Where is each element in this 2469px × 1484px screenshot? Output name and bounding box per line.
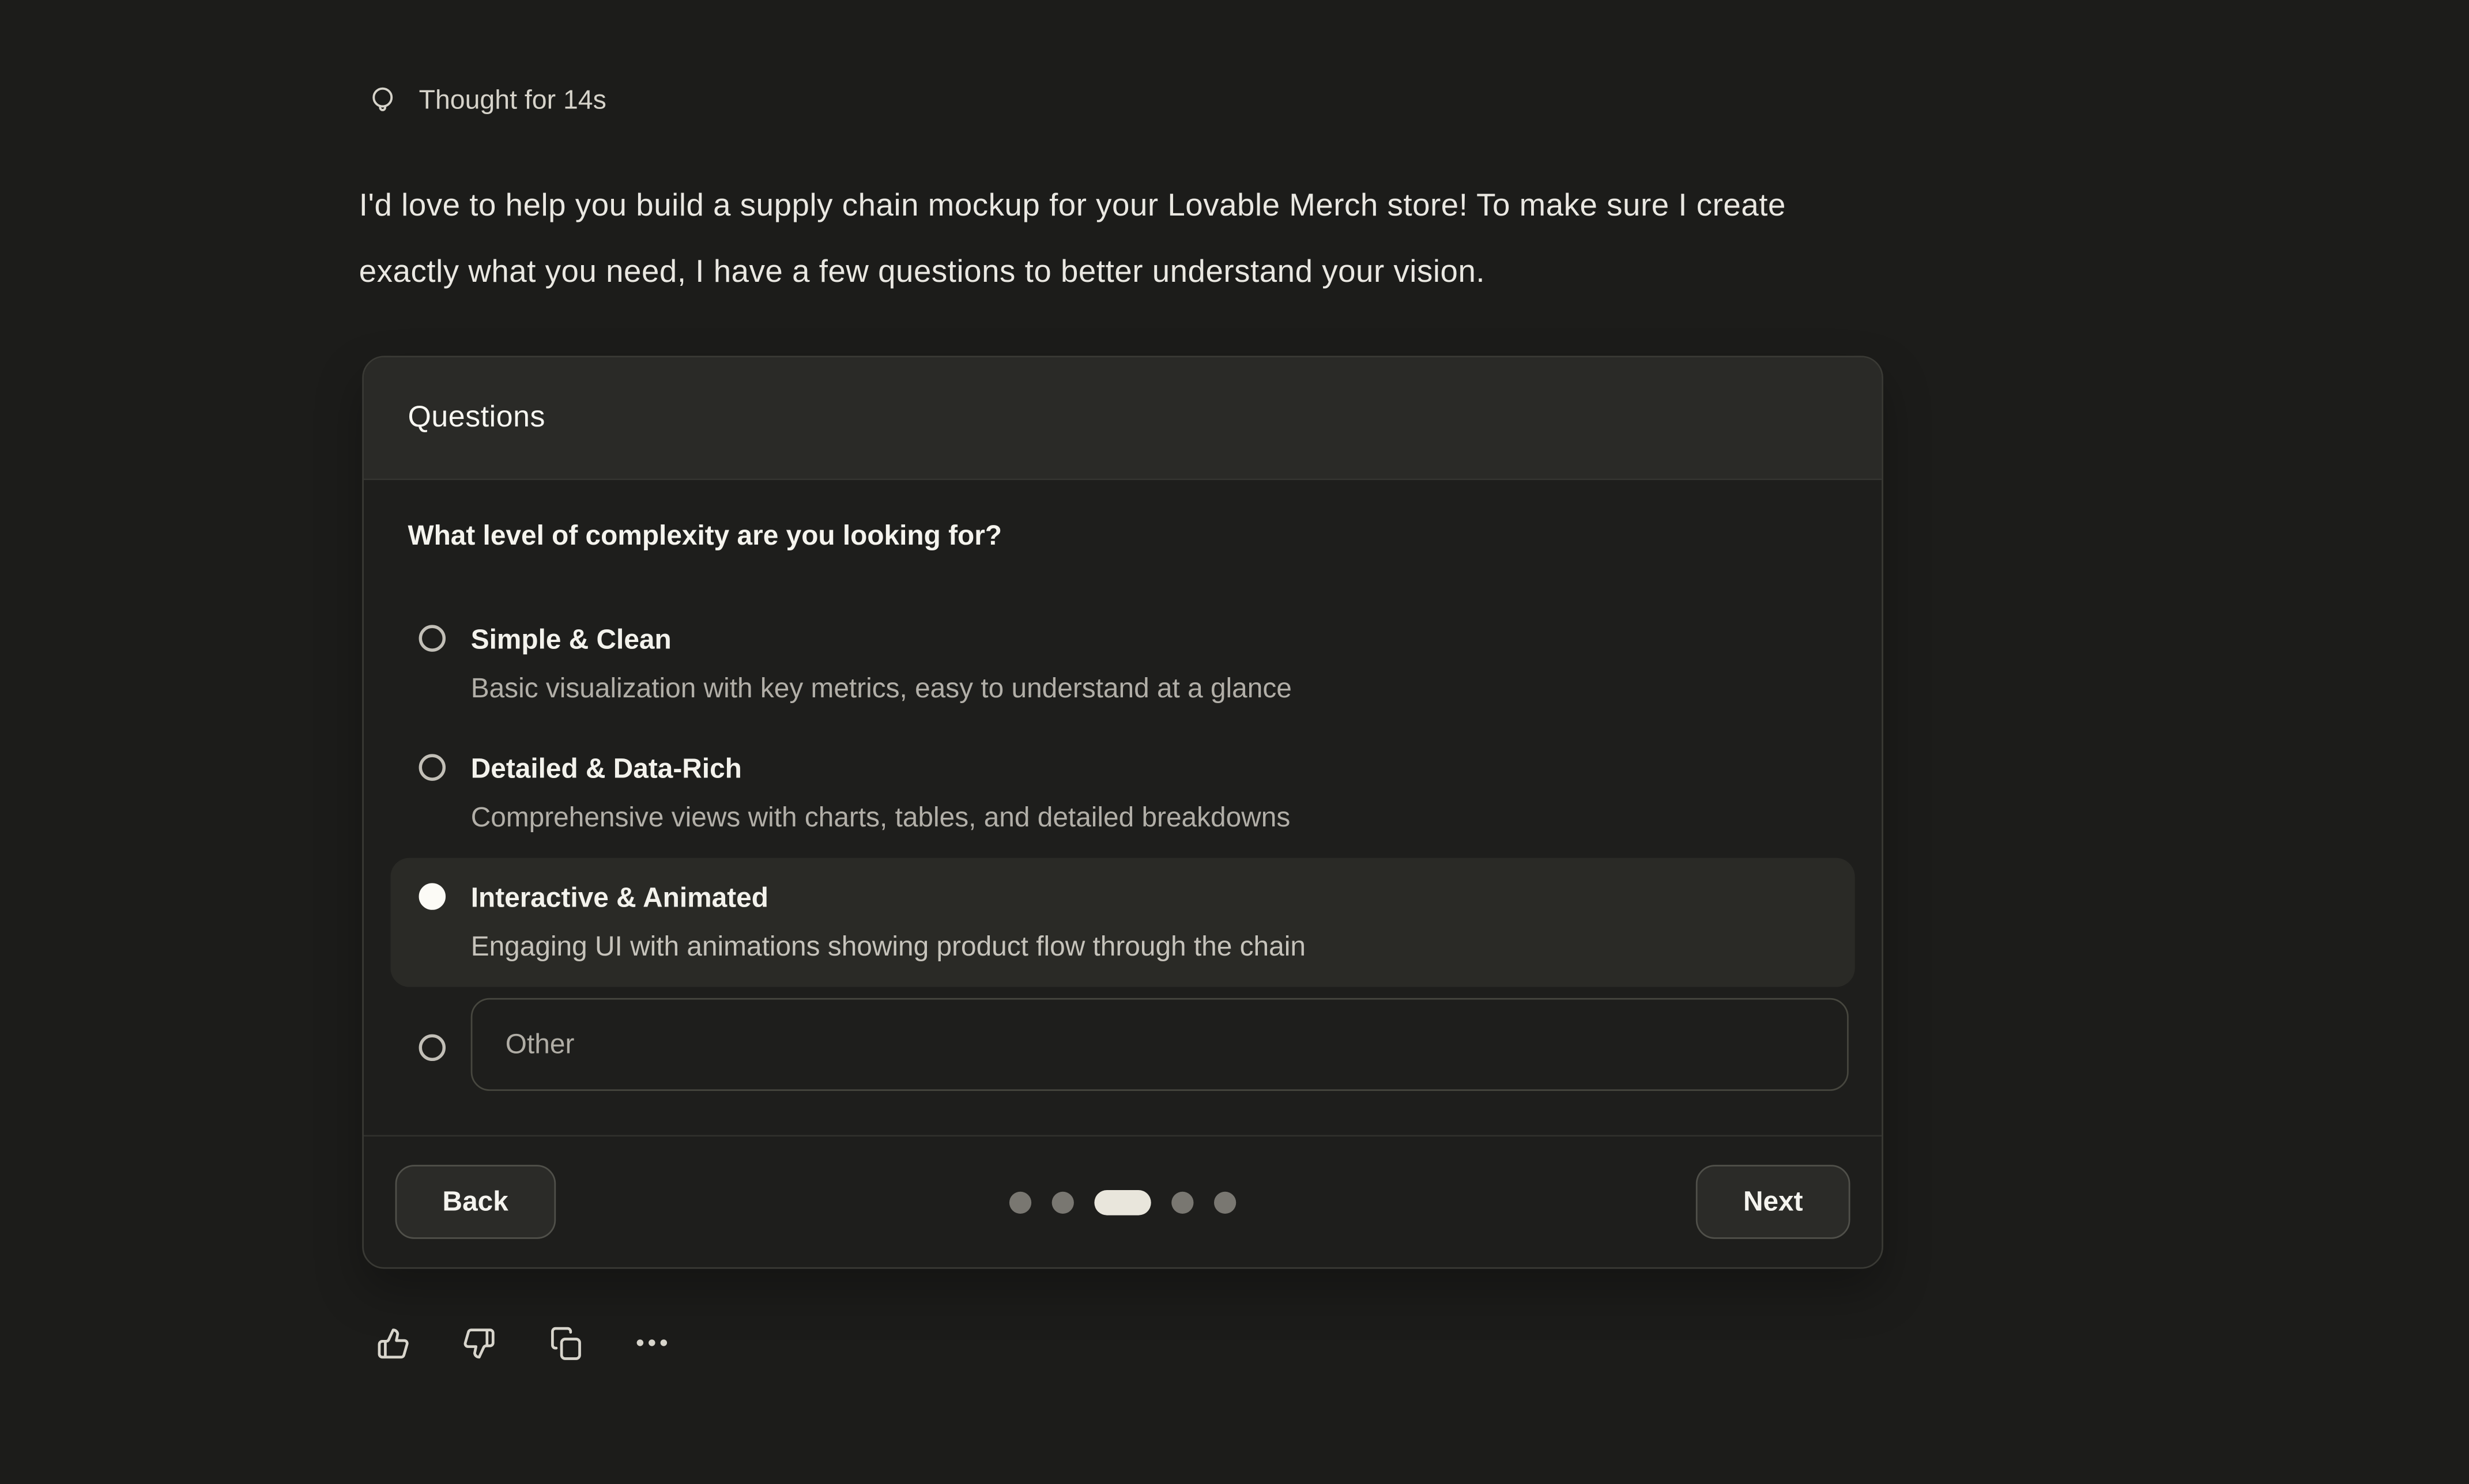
assistant-message-text: I'd love to help you build a supply chai… (359, 173, 2217, 305)
pagination-dot (1214, 1191, 1236, 1213)
option-interactive-animated[interactable]: Interactive & Animated Engaging UI with … (390, 858, 1854, 987)
other-text-input[interactable] (471, 998, 1849, 1091)
more-options-icon[interactable] (633, 1322, 671, 1363)
pagination-dot-active (1094, 1190, 1151, 1215)
pagination-dot (1171, 1191, 1193, 1213)
question-text: What level of complexity are you looking… (408, 515, 1837, 556)
thumbs-up-icon[interactable] (373, 1322, 411, 1363)
back-button[interactable]: Back (395, 1165, 556, 1238)
message-actions (373, 1322, 670, 1363)
thought-label: Thought for 14s (419, 85, 606, 117)
option-simple-clean[interactable]: Simple & Clean Basic visualization with … (390, 600, 1854, 729)
radio-selected-icon[interactable] (419, 883, 446, 909)
lightbulb-icon (367, 85, 398, 117)
thumbs-down-icon[interactable] (460, 1322, 498, 1363)
pagination-dots (1009, 1190, 1236, 1215)
pagination-dot (1009, 1191, 1031, 1213)
option-label: Interactive & Animated (471, 877, 1827, 919)
card-title: Questions (408, 401, 545, 435)
radio-unselected-icon[interactable] (419, 625, 446, 651)
questions-card: Questions What level of complexity are y… (362, 356, 1883, 1268)
thought-summary[interactable]: Thought for 14s (367, 85, 606, 117)
option-detailed-data-rich[interactable]: Detailed & Data-Rich Comprehensive views… (390, 729, 1854, 858)
questions-card-header: Questions (364, 357, 1882, 480)
option-description: Basic visualization with key metrics, ea… (471, 667, 1827, 710)
option-label: Detailed & Data-Rich (471, 747, 1827, 790)
chat-message-view: Thought for 14s I'd love to help you bui… (0, 0, 2469, 1484)
option-label: Simple & Clean (471, 618, 1827, 661)
copy-icon[interactable] (546, 1322, 585, 1363)
next-button[interactable]: Next (1696, 1165, 1850, 1238)
option-description: Comprehensive views with charts, tables,… (471, 796, 1827, 839)
radio-unselected-icon[interactable] (419, 1034, 446, 1061)
pagination-dot (1052, 1191, 1074, 1213)
options-list: Simple & Clean Basic visualization with … (390, 600, 1854, 1091)
option-other (390, 987, 1854, 1091)
questions-card-body: What level of complexity are you looking… (364, 515, 1882, 1091)
option-description: Engaging UI with animations showing prod… (471, 926, 1827, 968)
questions-card-footer: Back Next (364, 1135, 1882, 1267)
radio-unselected-icon[interactable] (419, 754, 446, 780)
